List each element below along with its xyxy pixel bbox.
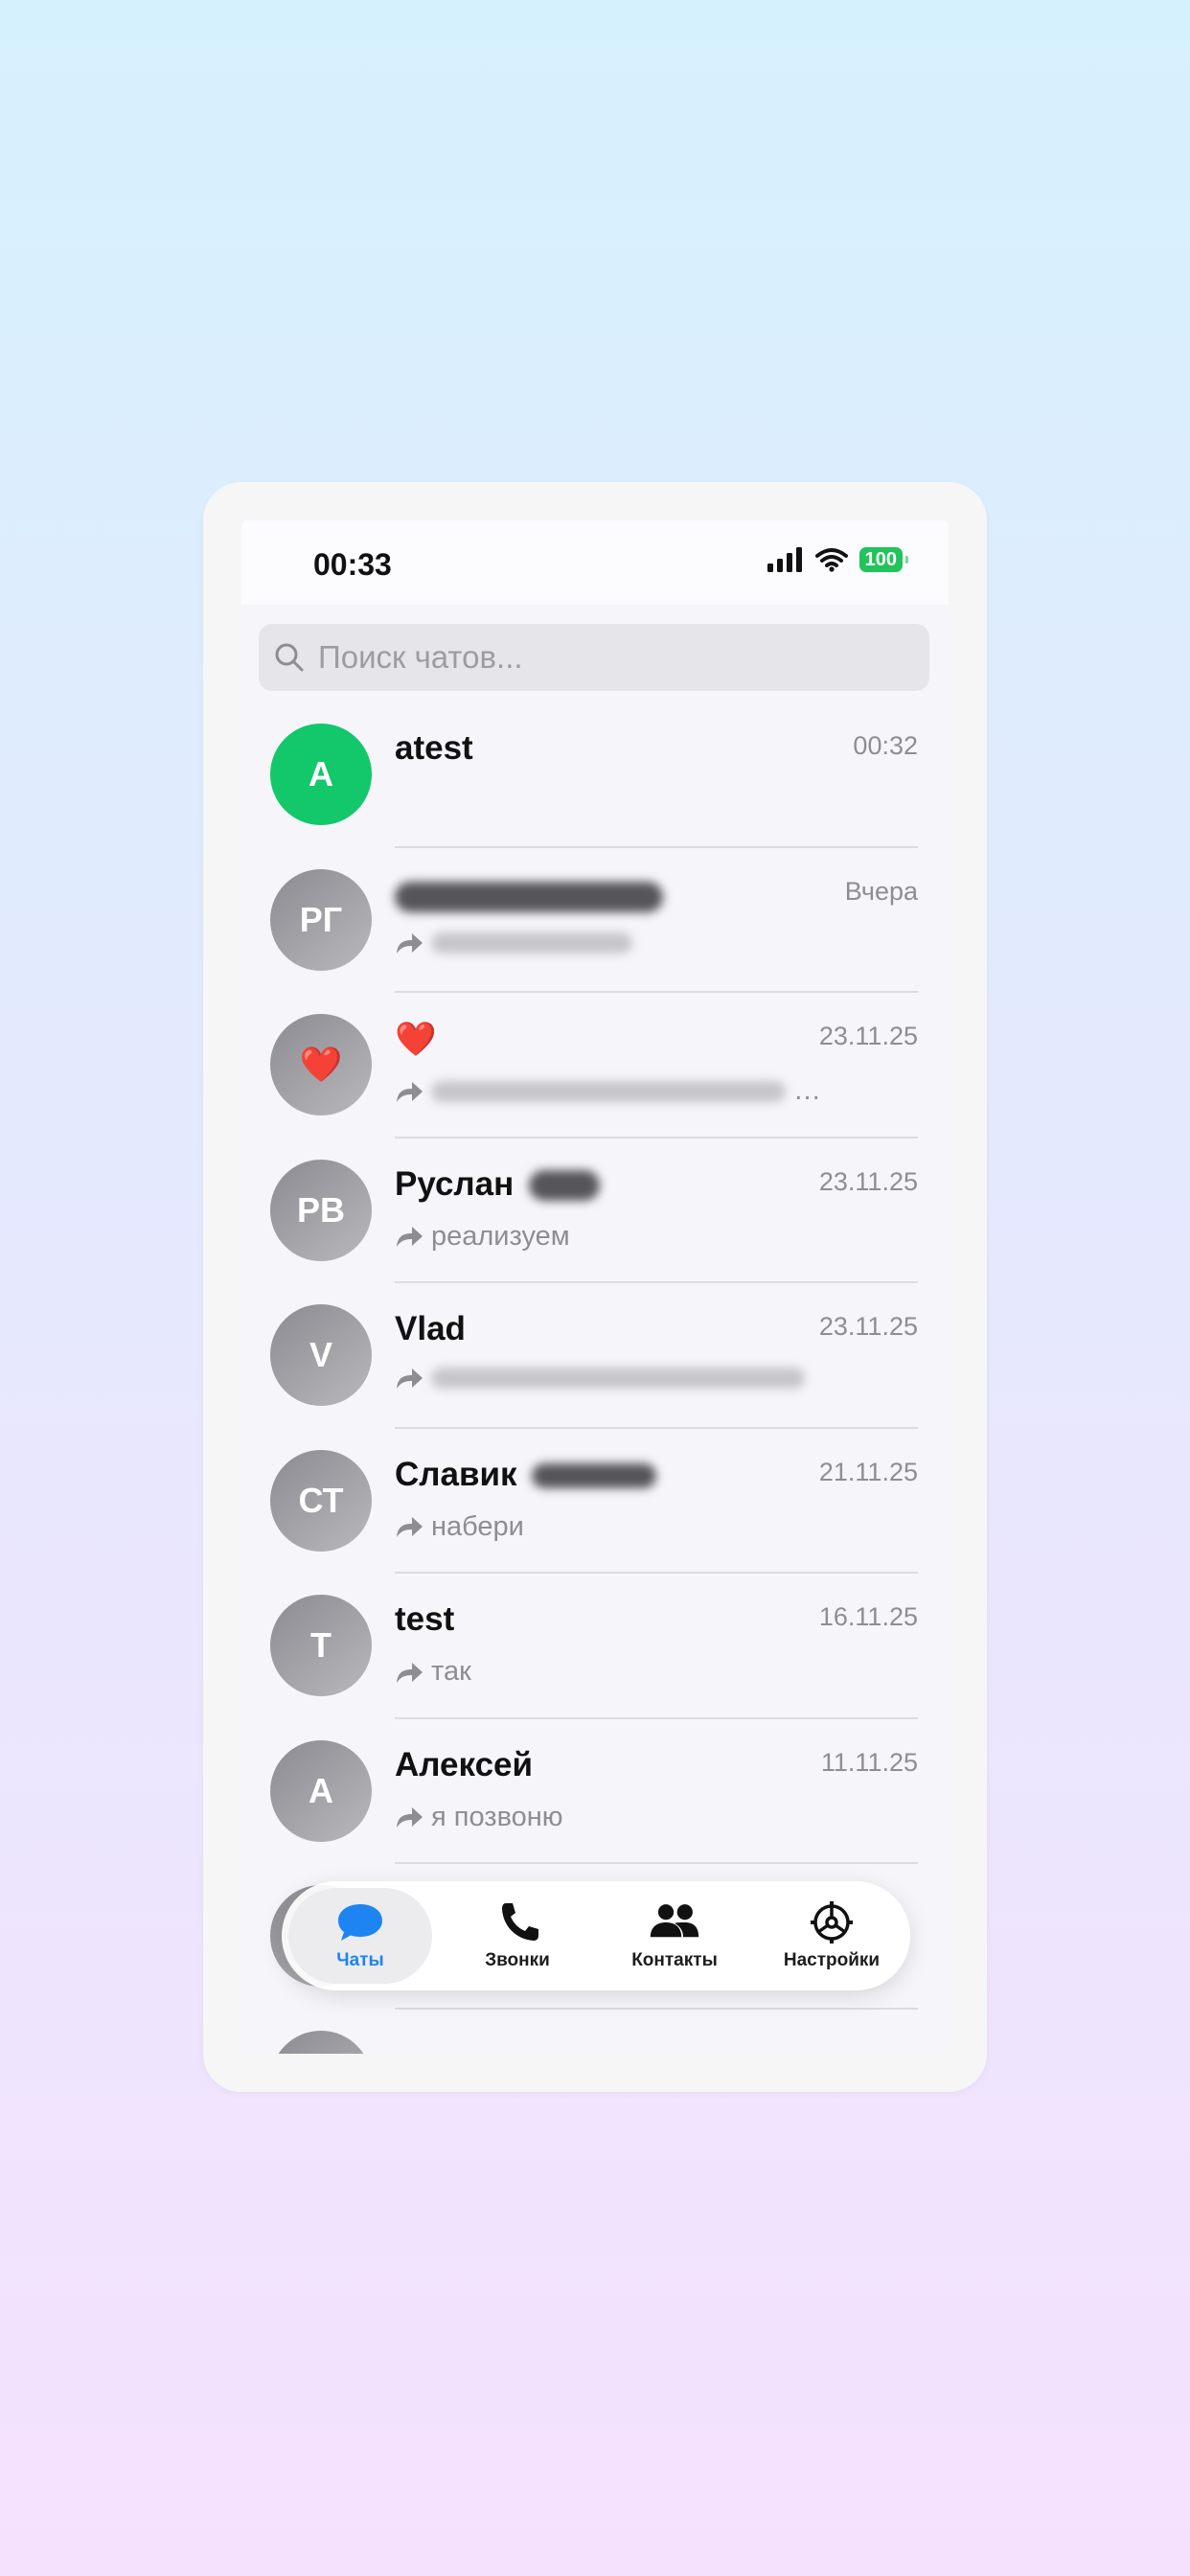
blurred-preview — [431, 1368, 805, 1389]
chat-item[interactable]: РВ Руслан 23.11.25 реализуем — [241, 1138, 949, 1283]
chat-name: atest — [395, 729, 473, 767]
chat-date: 23.11.25 — [818, 1022, 918, 1050]
preview-text: набери — [431, 1510, 524, 1542]
chat-name: Vlad — [395, 1310, 466, 1347]
chat-item[interactable]: A atest 00:32 — [241, 702, 949, 848]
tab-label: Настройки — [783, 1950, 881, 1970]
chat-name: Славик — [395, 1455, 657, 1494]
wifi-icon — [814, 548, 848, 572]
chat-preview: реализуем — [395, 1221, 570, 1253]
chat-date: Вчера — [844, 876, 918, 906]
avatar: ❤️ — [270, 1014, 372, 1116]
signal-icon — [767, 547, 802, 572]
chat-list: A atest 00:32 РГ Вчера ❤️ ❤️ 23.11.25 … … — [241, 702, 949, 2054]
chat-preview: так — [395, 1656, 471, 1688]
contacts-icon — [650, 1904, 699, 1938]
gear-icon — [811, 1901, 853, 1944]
app-screen: 00:33 100 Поиск чатов... A atest 00:32 Р… — [241, 520, 949, 2054]
blurred-preview — [431, 932, 632, 954]
avatar: T — [270, 1595, 372, 1696]
forward-icon — [397, 1368, 423, 1389]
chat-date: 23.11.25 — [818, 1312, 918, 1341]
avatar: СТ — [270, 1449, 372, 1552]
chat-date: 21.11.25 — [818, 1457, 918, 1486]
device-frame: 00:33 100 Поиск чатов... A atest 00:32 Р… — [203, 482, 987, 2092]
chat-preview — [395, 1366, 805, 1391]
blurred-name — [395, 882, 663, 913]
forward-icon — [397, 1662, 423, 1683]
chat-date: 16.11.25 — [818, 1602, 918, 1631]
chat-item[interactable]: РГ Вчера — [241, 848, 949, 993]
status-icons: 100 — [767, 547, 909, 572]
forward-icon — [397, 932, 423, 954]
chat-name — [395, 875, 663, 913]
status-time: 00:33 — [313, 547, 392, 582]
search-input[interactable] — [316, 638, 895, 677]
battery-indicator: 100 — [858, 547, 909, 572]
preview-text: я позвоню — [431, 1801, 563, 1832]
chat-name-text: Славик — [395, 1455, 517, 1493]
avatar: V — [270, 1304, 372, 1406]
chat-name: test — [395, 1600, 455, 1638]
chat-item[interactable]: T test 16.11.25 так — [241, 1574, 949, 1719]
phone-icon — [502, 1903, 538, 1941]
tab-label: Чаты — [336, 1950, 384, 1970]
tab-calls[interactable]: Звонки — [446, 1888, 589, 1984]
chat-name: ❤️ — [395, 1021, 437, 1058]
avatar: РВ — [270, 1159, 372, 1261]
status-bar: 00:33 100 — [241, 520, 949, 605]
chat-item[interactable]: А Алексей 11.11.25 я позвоню — [241, 1719, 949, 1864]
tab-settings[interactable]: Настройки — [760, 1888, 904, 1984]
avatar — [270, 2030, 372, 2054]
chat-date: 00:32 — [853, 731, 918, 760]
chat-preview: набери — [395, 1511, 524, 1543]
forward-icon — [397, 1081, 423, 1102]
chat-item[interactable]: V Vlad 23.11.25 — [241, 1283, 949, 1429]
avatar: РГ — [270, 868, 372, 971]
chat-preview: … — [395, 1075, 821, 1107]
chat-date: 23.11.25 — [818, 1166, 918, 1196]
preview-text: так — [431, 1656, 471, 1687]
chat-preview: я позвоню — [395, 1802, 563, 1833]
chat-item[interactable]: ❤️ ❤️ 23.11.25 … — [241, 993, 949, 1138]
search-bar[interactable] — [259, 624, 929, 691]
avatar: А — [270, 1739, 372, 1842]
chat-preview — [395, 931, 632, 955]
blurred-name — [532, 1463, 657, 1489]
chat-item-partial[interactable] — [241, 2010, 949, 2054]
chat-name: Руслан — [395, 1165, 600, 1204]
chat-bubble-icon — [338, 1904, 382, 1941]
forward-icon — [397, 1517, 423, 1537]
tab-bar: Чаты Звонки Контакты Настройки — [282, 1881, 910, 1990]
chat-date: 11.11.25 — [820, 1747, 918, 1777]
tab-chats[interactable]: Чаты — [288, 1888, 432, 1984]
forward-icon — [397, 1227, 423, 1247]
blurred-name — [528, 1170, 600, 1202]
avatar: A — [270, 724, 372, 825]
chat-name: Алексей — [395, 1745, 534, 1783]
preview-text: реализуем — [431, 1220, 570, 1252]
preview-ellipsis: … — [793, 1075, 821, 1106]
tab-contacts[interactable]: Контакты — [603, 1888, 746, 1984]
tab-label: Звонки — [485, 1950, 550, 1970]
search-icon — [275, 643, 304, 672]
tab-label: Контакты — [631, 1950, 718, 1970]
chat-item[interactable]: СТ Славик 21.11.25 набери — [241, 1429, 949, 1574]
blurred-preview — [431, 1080, 786, 1102]
forward-icon — [397, 1807, 423, 1828]
chat-name-text: Руслан — [395, 1164, 515, 1203]
